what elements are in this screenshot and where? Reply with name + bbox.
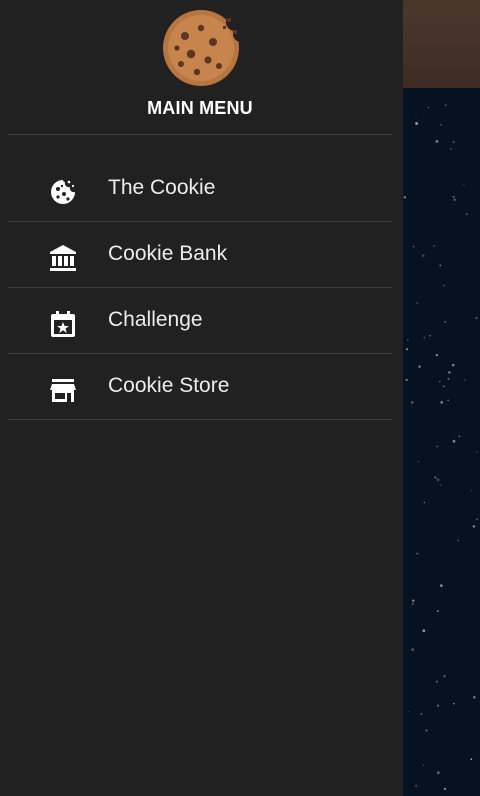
star xyxy=(435,354,438,357)
star xyxy=(435,139,439,143)
star xyxy=(439,380,441,383)
star xyxy=(453,198,456,201)
star xyxy=(405,348,409,351)
star xyxy=(412,599,415,602)
background-app-header xyxy=(403,0,480,88)
menu-title: MAIN MENU xyxy=(147,98,253,118)
star xyxy=(436,771,440,775)
star xyxy=(440,401,444,404)
star xyxy=(427,106,430,109)
menu-list: The Cookie Cookie Bank Challenge Cookie … xyxy=(8,156,392,420)
star xyxy=(434,476,437,479)
menu-item-label: Cookie Store xyxy=(108,374,230,397)
menu-item-label: Challenge xyxy=(108,308,203,331)
star xyxy=(422,254,425,257)
cookie-logo-icon xyxy=(163,10,239,86)
star xyxy=(464,379,466,381)
star xyxy=(418,365,421,368)
star xyxy=(457,539,460,542)
star xyxy=(415,113,417,116)
star xyxy=(442,385,445,388)
star xyxy=(415,122,419,125)
star xyxy=(475,317,478,320)
star xyxy=(458,435,461,438)
star xyxy=(436,610,439,612)
star xyxy=(443,787,447,791)
star xyxy=(439,584,443,587)
star xyxy=(423,501,426,504)
star xyxy=(473,695,476,699)
star xyxy=(411,648,415,652)
star xyxy=(410,401,414,404)
star xyxy=(411,602,415,606)
star xyxy=(440,123,442,126)
star xyxy=(420,712,423,716)
star xyxy=(472,525,476,528)
star xyxy=(452,195,455,199)
star xyxy=(436,478,440,482)
star xyxy=(444,321,446,323)
star xyxy=(436,704,440,707)
star xyxy=(415,784,418,787)
star xyxy=(471,489,473,492)
star xyxy=(439,264,442,267)
drawer-header: MAIN MENU xyxy=(8,0,392,135)
menu-item-cookie-store[interactable]: Cookie Store xyxy=(8,354,392,420)
star xyxy=(465,213,468,216)
star xyxy=(425,729,428,732)
star xyxy=(405,378,408,382)
star xyxy=(470,758,473,761)
star xyxy=(416,302,418,304)
calendar-star-icon xyxy=(51,311,75,337)
bank-icon xyxy=(50,245,76,271)
star xyxy=(463,183,465,186)
background-starfield xyxy=(403,88,480,796)
star xyxy=(443,674,446,678)
star xyxy=(443,284,446,287)
star xyxy=(476,518,478,521)
star xyxy=(436,445,438,448)
star xyxy=(403,196,407,199)
cookie-icon xyxy=(51,180,75,204)
star xyxy=(447,399,449,401)
star xyxy=(451,363,455,367)
star xyxy=(450,148,452,151)
star xyxy=(417,460,420,463)
star xyxy=(429,335,431,337)
menu-item-the-cookie[interactable]: The Cookie xyxy=(8,156,392,222)
star xyxy=(422,629,426,633)
menu-item-challenge[interactable]: Challenge xyxy=(8,288,392,354)
star xyxy=(452,439,456,443)
star xyxy=(452,702,455,705)
star xyxy=(444,104,447,106)
star xyxy=(476,451,478,453)
menu-item-cookie-bank[interactable]: Cookie Bank xyxy=(8,222,392,288)
star xyxy=(452,141,455,144)
store-icon xyxy=(50,379,76,402)
star xyxy=(416,552,419,555)
star xyxy=(407,338,409,341)
star xyxy=(422,764,425,766)
star xyxy=(447,378,450,380)
star xyxy=(412,245,415,248)
navigation-drawer: MAIN MENU The Cookie Cookie Bank Challen… xyxy=(0,0,403,796)
menu-item-label: Cookie Bank xyxy=(108,242,228,265)
menu-item-label: The Cookie xyxy=(108,176,216,199)
star xyxy=(423,336,426,339)
star xyxy=(408,711,410,713)
star xyxy=(435,680,438,683)
star xyxy=(448,371,451,374)
star xyxy=(433,245,436,247)
star xyxy=(440,484,442,486)
